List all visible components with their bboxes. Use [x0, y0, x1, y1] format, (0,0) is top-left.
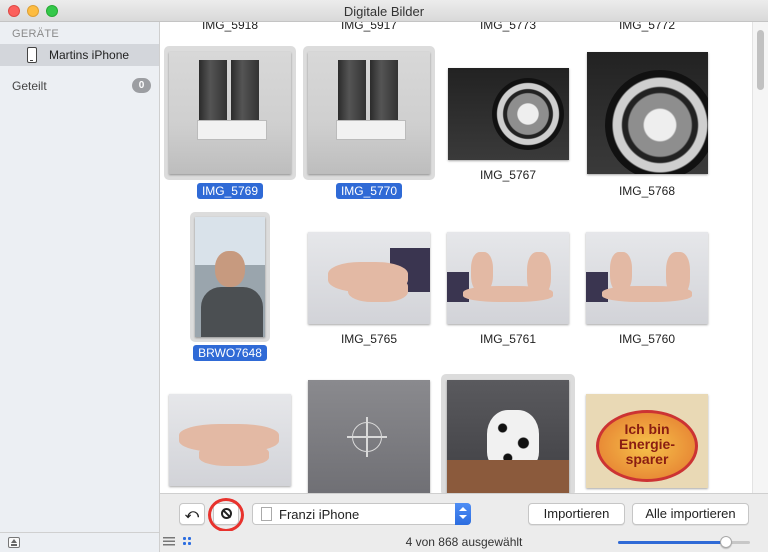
thumbnail-caption: IMG_5918 [201, 22, 259, 32]
photo-image [447, 232, 569, 324]
document-icon [261, 507, 272, 521]
thumbnail-caption: IMG_5768 [618, 184, 676, 198]
photo-thumbnail[interactable] [164, 46, 296, 180]
photo-image [169, 394, 291, 486]
rotate-left-icon: ⤺ [185, 506, 199, 521]
sidebar-footer [0, 532, 159, 552]
window-title: Digitale Bilder [343, 4, 425, 19]
vertical-scrollbar[interactable] [752, 22, 768, 493]
sidebar-item-shared[interactable]: Geteilt 0 [0, 76, 159, 96]
shared-label: Geteilt [12, 79, 47, 93]
photo-image [587, 52, 708, 174]
sidebar-item-device[interactable]: Martins iPhone [0, 44, 159, 66]
import-all-button[interactable]: Alle importieren [632, 503, 749, 525]
photo-thumbnail[interactable] [190, 212, 270, 342]
photo-thumbnail[interactable] [583, 50, 708, 178]
photo-image [195, 217, 265, 337]
devices-section-header: GERÄTE [12, 28, 60, 40]
thumbnail-caption: IMG_5761 [479, 332, 537, 346]
photo-thumbnail[interactable] [303, 46, 435, 180]
thumbnail-caption: BRWO7648 [160, 345, 300, 361]
import-button[interactable]: Importieren [528, 503, 625, 525]
photos-import-window: Digitale Bilder GERÄTE Martins iPhone Ge… [0, 0, 768, 552]
photo-thumbnail[interactable] [308, 380, 432, 493]
photo-thumbnail[interactable]: Ich bin Energie- sparer [586, 394, 710, 490]
photo-thumbnail[interactable] [169, 394, 293, 488]
thumbnail-caption: IMG_5773 [479, 22, 537, 32]
slider-fill [618, 541, 726, 544]
photo-image [308, 52, 430, 174]
device-label: Martins iPhone [49, 48, 130, 62]
photo-thumbnail[interactable] [586, 232, 710, 326]
photo-image [447, 380, 569, 493]
photo-thumbnail[interactable] [447, 232, 571, 326]
photo-thumbnail[interactable] [308, 232, 432, 326]
popup-arrows-icon [455, 503, 471, 525]
photo-grid: IMG_5918 IMG_5917 IMG_5773 IMG_5772 IMG_… [160, 22, 752, 493]
annotation-circle [208, 498, 244, 532]
photo-image [586, 232, 708, 324]
import-toolbar: ⤺ Franzi iPhone Importieren Alle importi… [160, 493, 768, 532]
slider-knob[interactable] [720, 536, 732, 548]
thumbnail-caption: IMG_5917 [340, 22, 398, 32]
photo-image [169, 52, 291, 174]
rotate-button[interactable]: ⤺ [179, 503, 205, 525]
photo-image: Ich bin Energie- sparer [586, 394, 708, 488]
thumbnail-caption: IMG_5767 [479, 168, 537, 182]
thumbnail-caption: IMG_5760 [618, 332, 676, 346]
iphone-icon [27, 47, 37, 63]
thumbnail-caption: IMG_5772 [618, 22, 676, 32]
thumbnail-caption: IMG_5769 [160, 183, 300, 199]
shared-count-badge: 0 [132, 78, 151, 93]
thumbnail-size-slider[interactable] [618, 536, 750, 548]
status-bar: 4 von 868 ausgewählt [160, 531, 768, 552]
import-destination-select[interactable]: Franzi iPhone [252, 503, 471, 525]
photo-image [308, 380, 430, 493]
title-bar: Digitale Bilder [0, 0, 768, 22]
eject-icon[interactable] [8, 537, 20, 548]
sidebar: GERÄTE Martins iPhone Geteilt 0 [0, 22, 160, 552]
thumbnail-caption: IMG_5770 [299, 183, 439, 199]
sticker-text: Ich bin Energie- sparer [618, 421, 675, 467]
photo-image [308, 232, 430, 324]
scroll-thumb[interactable] [757, 30, 764, 90]
photo-image [448, 68, 569, 160]
crosshair-icon [347, 417, 387, 457]
destination-label: Franzi iPhone [279, 507, 360, 522]
thumbnail-caption: IMG_5765 [340, 332, 398, 346]
photo-thumbnail[interactable] [444, 66, 569, 162]
photo-thumbnail[interactable] [441, 374, 575, 493]
